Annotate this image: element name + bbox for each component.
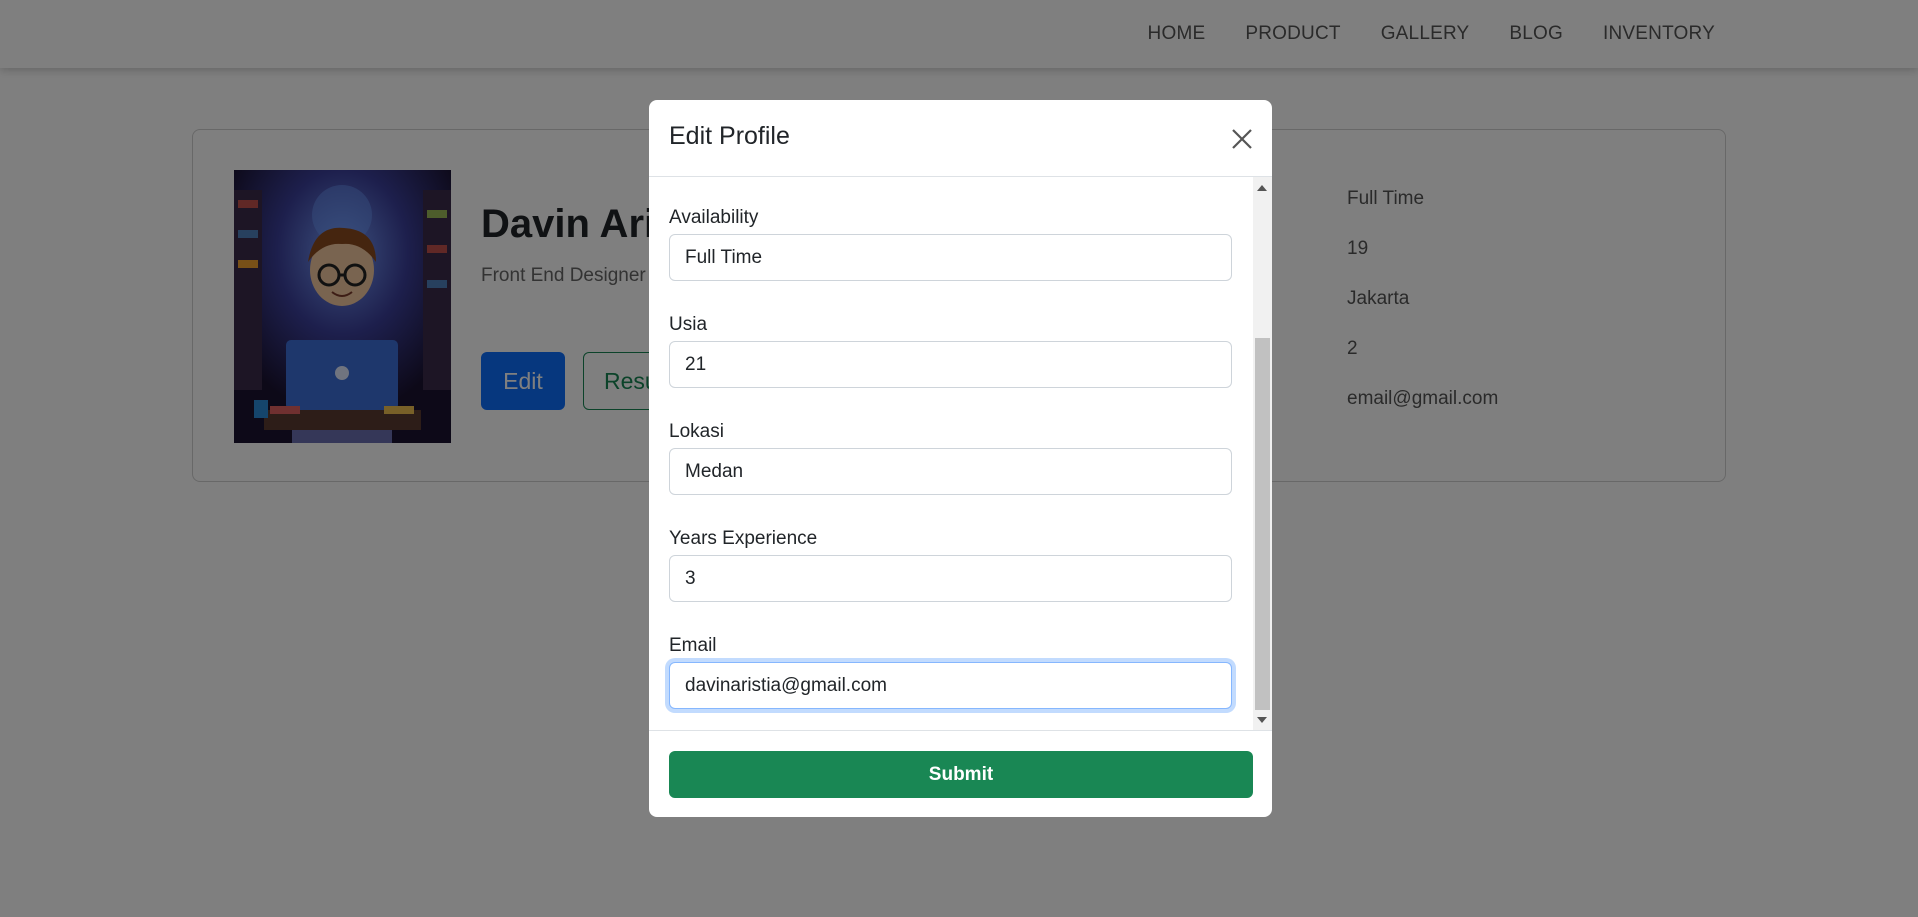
scroll-down-arrow-icon[interactable]	[1257, 717, 1267, 723]
availability-field[interactable]	[669, 234, 1232, 281]
experience-field[interactable]	[669, 555, 1232, 602]
scroll-thumb[interactable]	[1255, 338, 1270, 710]
age-label: Usia	[669, 314, 708, 335]
modal-body[interactable]: Availability Usia Lokasi Years Experienc…	[649, 177, 1272, 730]
experience-label: Years Experience	[669, 528, 818, 549]
email-label: Email	[669, 635, 717, 656]
modal-header: Edit Profile	[649, 100, 1272, 177]
scroll-up-arrow-icon[interactable]	[1257, 185, 1267, 191]
submit-button[interactable]: Submit	[669, 751, 1253, 798]
location-field[interactable]	[669, 448, 1232, 495]
edit-profile-modal: Edit Profile Availability Usia Lokasi Ye…	[649, 100, 1272, 817]
close-icon[interactable]	[1227, 124, 1257, 154]
modal-title: Edit Profile	[669, 122, 790, 150]
modal-footer: Submit	[649, 730, 1272, 817]
age-field[interactable]	[669, 341, 1232, 388]
location-label: Lokasi	[669, 421, 724, 442]
availability-label: Availability	[669, 207, 759, 228]
email-field[interactable]	[669, 662, 1232, 709]
modal-scrollbar[interactable]	[1253, 177, 1272, 730]
